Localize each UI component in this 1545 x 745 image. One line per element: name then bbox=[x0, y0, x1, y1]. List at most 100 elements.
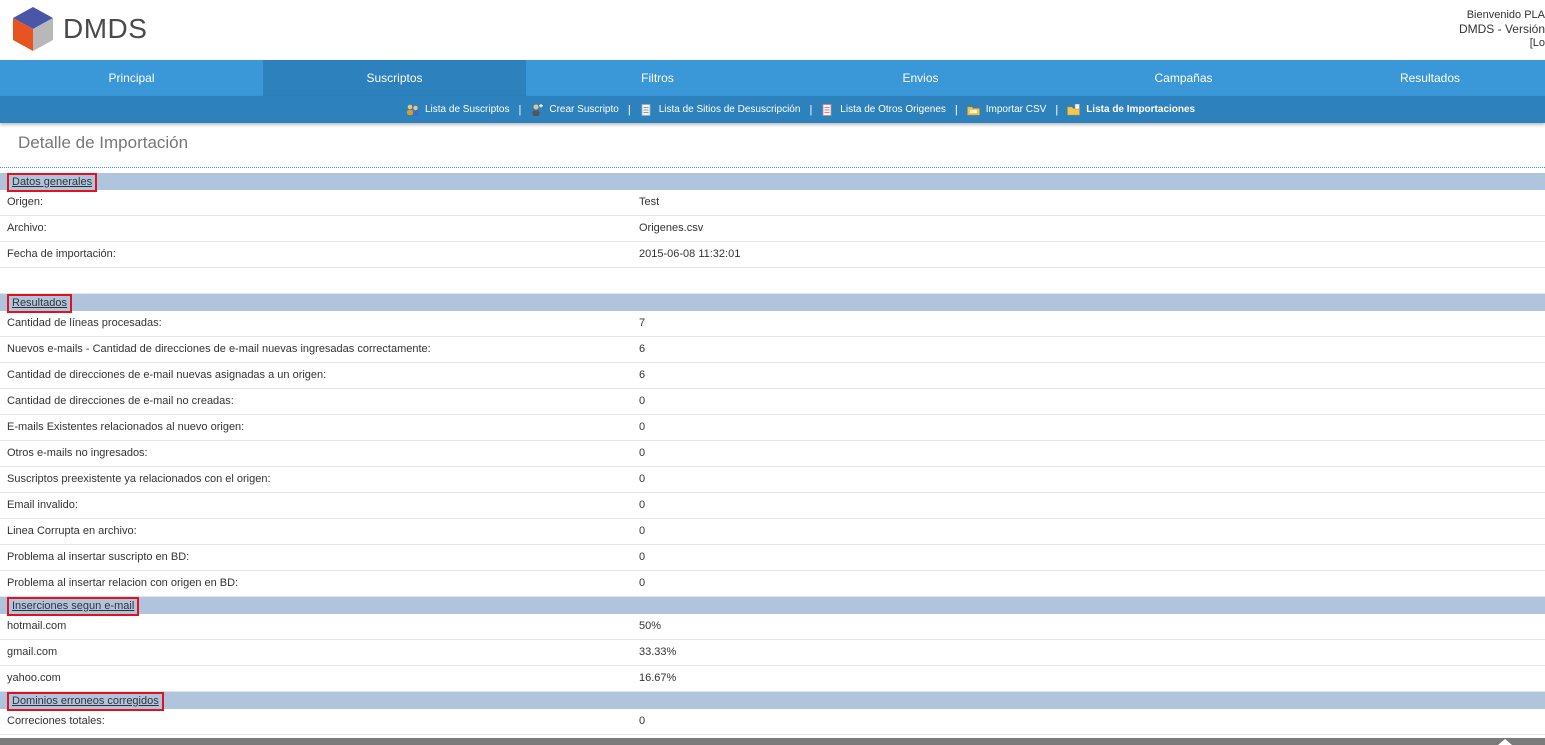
main-nav: Principal Suscriptos Filtros Envios Camp… bbox=[0, 60, 1545, 96]
logout-link[interactable]: [Lo bbox=[1459, 36, 1545, 50]
table-row: Suscriptos preexistente ya relacionados … bbox=[0, 466, 1545, 493]
folder-list-icon bbox=[1067, 103, 1081, 115]
document-icon bbox=[641, 103, 651, 116]
row-label: Problema al insertar suscripto en BD: bbox=[7, 551, 190, 563]
row-value: 6 bbox=[639, 369, 646, 381]
row-label: Suscriptos preexistente ya relacionados … bbox=[7, 473, 271, 485]
row-label: Archivo: bbox=[7, 222, 47, 234]
users-icon bbox=[407, 104, 419, 116]
table-row: Problema al insertar suscripto en BD: 0 bbox=[0, 544, 1545, 571]
table-row: Problema al insertar relacion con origen… bbox=[0, 570, 1545, 597]
row-label: E-mails Existentes relacionados al nuevo… bbox=[7, 421, 245, 433]
tab-resultados[interactable]: Resultados bbox=[1315, 60, 1545, 96]
row-value: 0 bbox=[639, 395, 646, 407]
row-value: 7 bbox=[639, 317, 646, 329]
subnav-label: Lista de Sitios de Desuscripción bbox=[658, 104, 801, 115]
row-label: yahoo.com bbox=[7, 672, 61, 684]
subnav-label: Lista de Suscriptos bbox=[425, 104, 510, 115]
row-value: 50% bbox=[639, 620, 662, 632]
subnav-sitios-desuscripcion[interactable]: Lista de Sitios de Desuscripción bbox=[640, 103, 801, 116]
table-row: Correciones totales: 0 bbox=[0, 708, 1545, 735]
row-value: 2015-06-08 11:32:01 bbox=[639, 248, 741, 260]
subnav-importar-csv[interactable]: Importar CSV bbox=[966, 104, 1047, 116]
page-title: Detalle de Importación bbox=[18, 133, 189, 152]
row-value: Test bbox=[639, 196, 660, 208]
subnav-separator: | bbox=[627, 103, 631, 116]
scroll-to-top-icon[interactable] bbox=[1498, 739, 1512, 745]
row-label: Cantidad de direcciones de e-mail nuevas… bbox=[7, 369, 327, 381]
sub-nav: Lista de Suscriptos | Crear Suscripto | … bbox=[0, 96, 1545, 123]
tab-filtros[interactable]: Filtros bbox=[526, 60, 789, 96]
row-value: 0 bbox=[639, 551, 646, 563]
row-value: Origenes.csv bbox=[639, 222, 704, 234]
row-label: gmail.com bbox=[7, 646, 58, 658]
row-value: 0 bbox=[639, 473, 646, 485]
app-name: DMDS bbox=[63, 13, 148, 44]
table-row: Fecha de importación: 2015-06-08 11:32:0… bbox=[0, 241, 1545, 268]
row-label: Linea Corrupta en archivo: bbox=[7, 525, 137, 537]
row-label: Cantidad de líneas procesadas: bbox=[7, 317, 162, 329]
table-row: Cantidad de direcciones de e-mail nuevas… bbox=[0, 362, 1545, 389]
section-header-datos-generales: Datos generales bbox=[0, 173, 1545, 192]
subnav-label: Lista de Otros Origenes bbox=[840, 104, 946, 115]
row-label: Cantidad de direcciones de e-mail no cre… bbox=[7, 395, 234, 407]
row-value: 0 bbox=[639, 447, 646, 459]
table-row: Cantidad de líneas procesadas: 7 bbox=[0, 310, 1545, 337]
table-row: Nuevos e-mails - Cantidad de direcciones… bbox=[0, 336, 1545, 363]
row-value: 0 bbox=[639, 715, 646, 727]
header: DMDS Bienvenido PLA DMDS - Versión [Lo bbox=[0, 0, 1545, 60]
row-value: 0 bbox=[639, 499, 646, 511]
subnav-label: Crear Suscripto bbox=[549, 104, 619, 115]
table-row: Email invalido: 0 bbox=[0, 492, 1545, 519]
row-value: 0 bbox=[639, 525, 646, 537]
document-icon bbox=[822, 103, 832, 116]
row-value: 33.33% bbox=[639, 646, 677, 658]
tab-principal[interactable]: Principal bbox=[0, 60, 263, 96]
table-row: Origen: Test bbox=[0, 189, 1545, 216]
subnav-otros-origenes[interactable]: Lista de Otros Origenes bbox=[821, 103, 946, 116]
folder-icon bbox=[966, 106, 980, 115]
subnav-label: Importar CSV bbox=[985, 104, 1047, 115]
subnav-lista-importaciones[interactable]: Lista de Importaciones bbox=[1067, 103, 1196, 116]
row-value: 16.67% bbox=[639, 672, 677, 684]
add-user-icon bbox=[532, 103, 544, 116]
empty-row bbox=[0, 267, 1545, 294]
footer-bar bbox=[0, 738, 1545, 745]
row-label: Nuevos e-mails - Cantidad de direcciones… bbox=[7, 343, 431, 355]
table-row: yahoo.com 16.67% bbox=[0, 665, 1545, 692]
row-label: Fecha de importación: bbox=[7, 248, 116, 260]
table-row: Linea Corrupta en archivo: 0 bbox=[0, 518, 1545, 545]
subnav-separator: | bbox=[809, 103, 813, 116]
subnav-separator: | bbox=[518, 103, 522, 116]
title-divider bbox=[0, 167, 1545, 168]
section-header-dominios: Dominios erroneos corregidos bbox=[0, 692, 1545, 711]
row-label: Correciones totales: bbox=[7, 715, 105, 727]
user-info: Bienvenido PLA DMDS - Versión [Lo bbox=[1459, 8, 1545, 50]
subnav-crear-suscripto[interactable]: Crear Suscripto bbox=[530, 103, 619, 116]
table-row: E-mails Existentes relacionados al nuevo… bbox=[0, 414, 1545, 441]
table-row: gmail.com 33.33% bbox=[0, 639, 1545, 666]
subnav-lista-suscriptos[interactable]: Lista de Suscriptos bbox=[406, 104, 510, 116]
row-value: 0 bbox=[639, 421, 646, 433]
subnav-separator: | bbox=[1055, 103, 1059, 116]
version-text: DMDS - Versión bbox=[1458, 22, 1545, 36]
subnav-label: Lista de Importaciones bbox=[1086, 104, 1196, 115]
table-row: Cantidad de direcciones de e-mail no cre… bbox=[0, 388, 1545, 415]
table-row: Otros e-mails no ingresados: 0 bbox=[0, 440, 1545, 467]
subnav-separator: | bbox=[954, 103, 958, 116]
tab-suscriptos[interactable]: Suscriptos bbox=[263, 60, 526, 96]
table-row: hotmail.com 50% bbox=[0, 613, 1545, 640]
row-label: hotmail.com bbox=[7, 620, 67, 632]
tab-envios[interactable]: Envios bbox=[789, 60, 1052, 96]
row-value: 6 bbox=[639, 343, 646, 355]
row-label: Origen: bbox=[7, 196, 44, 208]
row-label: Otros e-mails no ingresados: bbox=[7, 447, 148, 459]
table-row: Archivo: Origenes.csv bbox=[0, 215, 1545, 242]
dmds-logo-icon bbox=[13, 7, 53, 51]
section-header-inserciones: Inserciones segun e-mail bbox=[0, 597, 1545, 616]
row-label: Problema al insertar relacion con origen… bbox=[7, 577, 239, 589]
tab-campanas[interactable]: Campañas bbox=[1052, 60, 1315, 96]
row-value: 0 bbox=[639, 577, 646, 589]
welcome-text: Bienvenido PLA bbox=[1466, 9, 1545, 21]
section-header-resultados: Resultados bbox=[0, 294, 1545, 313]
